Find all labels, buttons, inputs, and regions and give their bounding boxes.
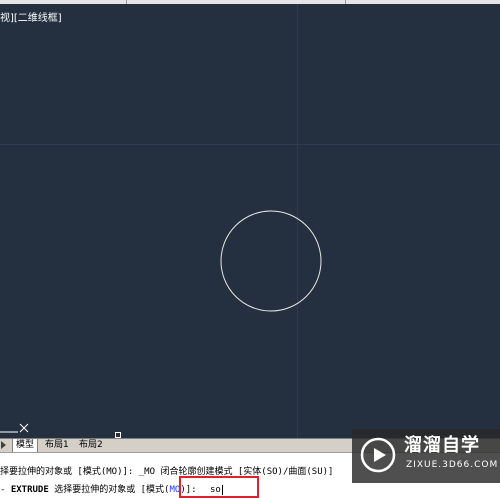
grid-line-horizontal [0, 144, 500, 145]
highlight-annotation-box [179, 476, 259, 498]
command-history-line: 择要拉伸的对象或 [模式(MO)]: _MO 闭合轮廓创建模式 [实体(SO)/… [0, 467, 334, 477]
tab-layout1[interactable]: 布局1 [42, 439, 72, 452]
tab-layout2[interactable]: 布局2 [76, 439, 106, 452]
prompt-prefix: - [0, 485, 11, 495]
ucs-icon [0, 423, 29, 433]
viewport-controls-label[interactable]: 视][二维线框] [0, 13, 62, 25]
circle-entity[interactable] [216, 206, 326, 316]
tab-model[interactable]: 模型 [12, 439, 39, 453]
play-logo-icon [360, 437, 396, 473]
watermark-subtitle: ZIXUE.3D66.COM [406, 460, 499, 470]
watermark-badge: 溜溜自学 ZIXUE.3D66.COM [352, 429, 500, 483]
prompt-text: 选择要拉伸的对象或 [模式( [48, 485, 170, 495]
tab-scroll-arrow-icon[interactable] [1, 441, 6, 449]
watermark-title: 溜溜自学 [404, 435, 480, 456]
prompt-command-name: EXTRUDE [10, 485, 49, 495]
drawing-canvas[interactable]: 视][二维线框] [0, 4, 500, 438]
